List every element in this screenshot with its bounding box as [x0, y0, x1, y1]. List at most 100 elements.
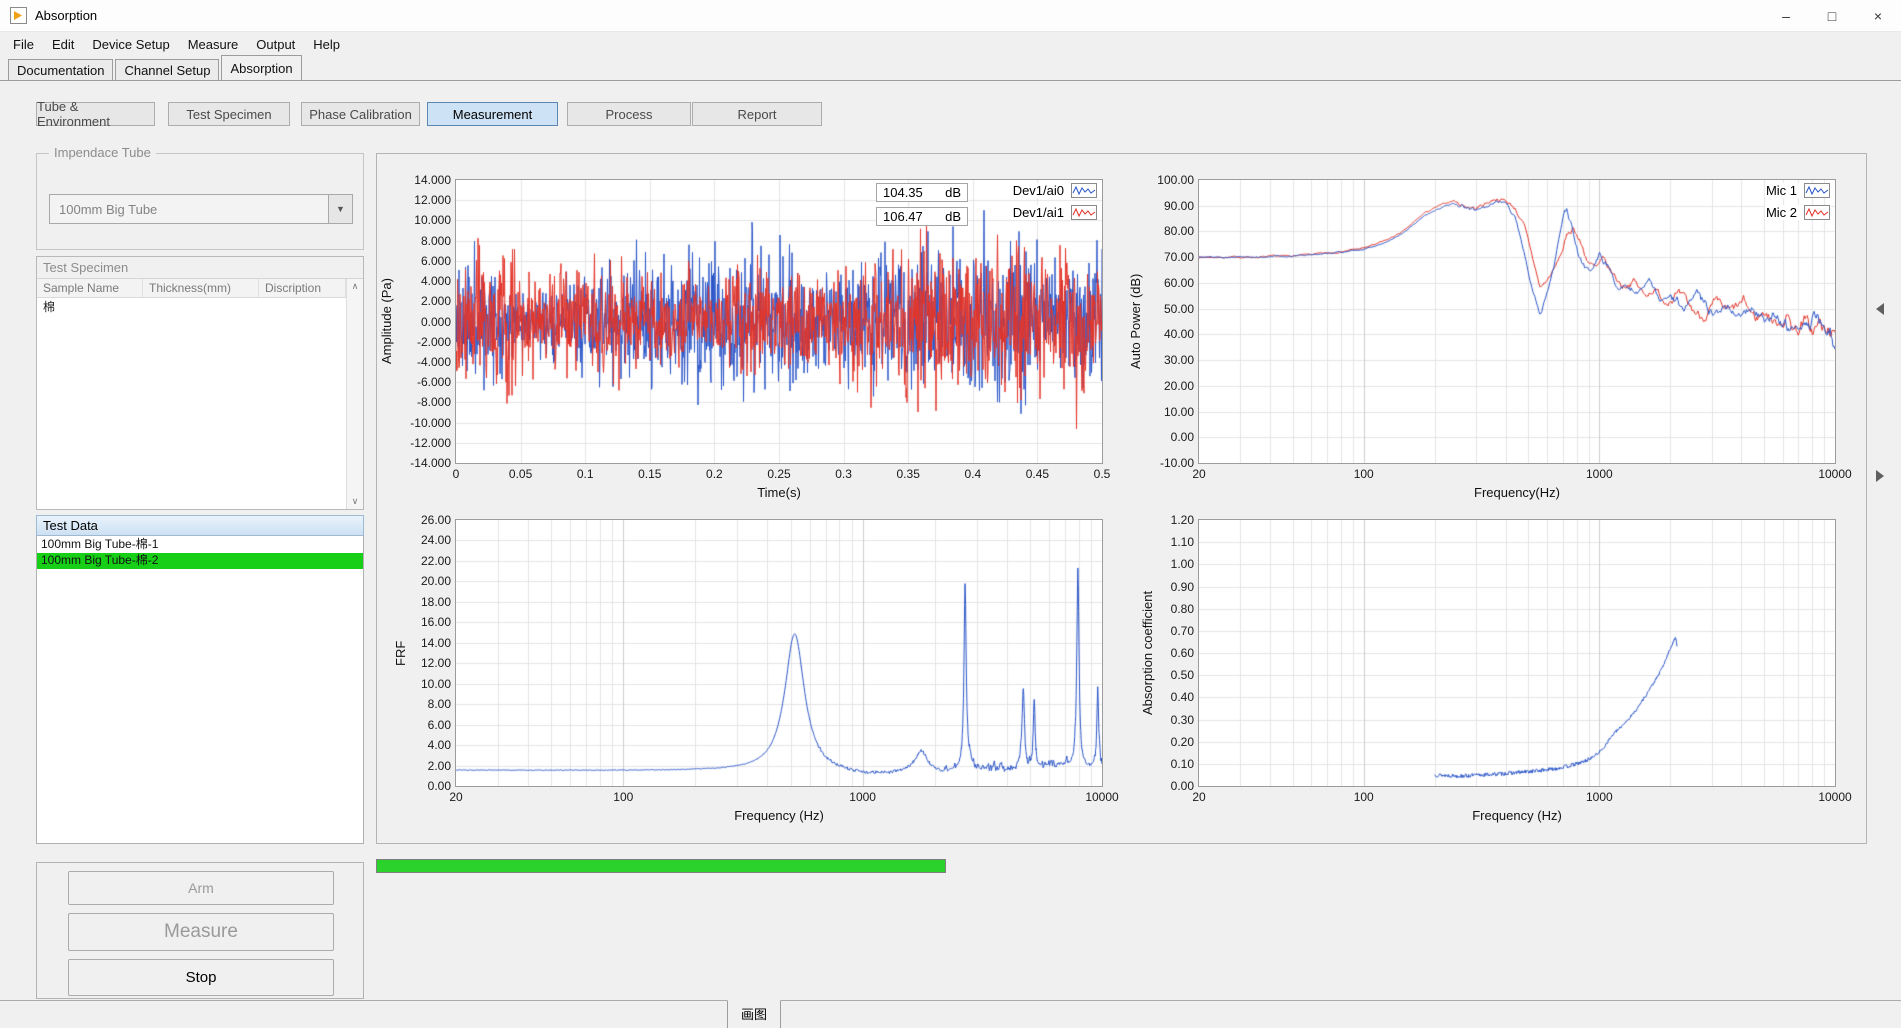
maximize-button[interactable]: □: [1809, 0, 1855, 32]
y-tick-label: -8.000: [417, 395, 451, 409]
main-tab-channel-setup[interactable]: Channel Setup: [115, 59, 219, 80]
maximize-icon: □: [1828, 8, 1836, 24]
y-tick-label: 14.00: [421, 636, 451, 650]
time-plot-area[interactable]: [456, 180, 1102, 463]
specimen-cell: 棉: [37, 298, 143, 316]
legend-waveform-icon: [1071, 205, 1097, 220]
y-tick-label: 0.000: [421, 315, 451, 329]
absorption-page: Tube & Environment Test Specimen Phase Cal…: [0, 80, 1901, 1001]
y-tick-label: 30.00: [1164, 353, 1194, 367]
measure-button[interactable]: Measure: [68, 913, 334, 951]
subtab-tube-environment[interactable]: Tube & Environment: [36, 102, 155, 126]
arm-button[interactable]: Arm: [68, 871, 334, 905]
chevron-down-icon[interactable]: ▼: [328, 195, 352, 223]
y-tick-label: 12.000: [414, 193, 451, 207]
window-title: Absorption: [35, 8, 97, 23]
absorption-y-axis-ticks: 1.201.101.000.900.800.700.600.500.400.30…: [1130, 520, 1194, 786]
menu-file[interactable]: File: [4, 34, 43, 55]
column-header-thickness-mm[interactable]: Thickness(mm): [143, 279, 259, 297]
scroll-down-icon[interactable]: ∨: [347, 496, 363, 507]
window-controls: – □ ×: [1763, 0, 1901, 32]
splitter-arrow-right-icon[interactable]: [1876, 470, 1884, 482]
subtab-measurement[interactable]: Measurement: [427, 102, 558, 126]
y-tick-label: -4.000: [417, 355, 451, 369]
menu-help[interactable]: Help: [304, 34, 349, 55]
legend-item[interactable]: Dev1/ai0: [1012, 183, 1098, 198]
y-tick-label: 0.50: [1171, 668, 1194, 682]
absorption-plot-area[interactable]: [1199, 520, 1835, 786]
splitter-arrow-left-icon[interactable]: [1876, 303, 1884, 315]
x-tick-label: 0.3: [835, 467, 852, 481]
y-tick-label: 0.70: [1171, 624, 1194, 638]
x-tick-label: 0.2: [706, 467, 723, 481]
menu-output[interactable]: Output: [247, 34, 304, 55]
subtab-process[interactable]: Process: [567, 102, 691, 126]
readout-unit: dB: [945, 185, 961, 200]
y-tick-label: 0.40: [1171, 690, 1194, 704]
y-tick-label: 0.00: [428, 779, 451, 793]
test-data-item[interactable]: 100mm Big Tube-棉-1: [37, 537, 363, 553]
minimize-icon: –: [1782, 8, 1790, 24]
y-tick-label: 2.00: [428, 759, 451, 773]
close-icon: ×: [1874, 8, 1882, 24]
menu-measure[interactable]: Measure: [179, 34, 248, 55]
x-tick-label: 0.05: [509, 467, 532, 481]
x-tick-label: 0.25: [767, 467, 790, 481]
x-tick-label: 20: [1192, 790, 1205, 804]
legend-item[interactable]: Mic 1: [1765, 183, 1831, 198]
y-tick-label: 40.00: [1164, 327, 1194, 341]
test-data-item[interactable]: 100mm Big Tube-棉-2: [37, 553, 363, 569]
time-waveform-chart: Amplitude (Pa) 14.00012.00010.0008.0006.…: [455, 179, 1103, 464]
y-tick-label: 20.00: [1164, 379, 1194, 393]
y-tick-label: -10.000: [410, 416, 451, 430]
column-header-sample-name[interactable]: Sample Name: [37, 279, 143, 297]
legend-item[interactable]: Mic 2: [1765, 205, 1831, 220]
test-specimen-table[interactable]: 棉: [37, 298, 346, 509]
specimen-row[interactable]: 棉: [37, 298, 346, 316]
readout-value: 106.47: [883, 209, 923, 224]
legend-item[interactable]: Dev1/ai1: [1012, 205, 1098, 220]
main-tab-absorption[interactable]: Absorption: [221, 55, 301, 80]
control-button-panel: Arm Measure Stop: [36, 862, 364, 999]
menu-device-setup[interactable]: Device Setup: [83, 34, 178, 55]
progress-fill: [377, 860, 945, 872]
menu-edit[interactable]: Edit: [43, 34, 83, 55]
bottom-tab-draw[interactable]: 画图: [727, 1000, 781, 1028]
auto-power-plot-area[interactable]: [1199, 180, 1835, 463]
x-tick-label: 100: [1354, 467, 1374, 481]
y-tick-label: 8.000: [421, 234, 451, 248]
test-specimen-scrollbar[interactable]: ∧ ∨: [346, 279, 363, 509]
specimen-cell: [259, 298, 346, 316]
test-data-list[interactable]: 100mm Big Tube-棉-1100mm Big Tube-棉-2: [36, 536, 364, 844]
subtab-phase-calibration[interactable]: Phase Calibration: [301, 102, 420, 126]
main-tab-documentation[interactable]: Documentation: [8, 59, 113, 80]
x-tick-label: 10000: [1818, 790, 1851, 804]
subtab-report[interactable]: Report: [692, 102, 822, 126]
legend-label: Mic 2: [1766, 205, 1797, 220]
absorption-x-axis-ticks: 20100100010000: [1199, 790, 1835, 804]
y-tick-label: 1.20: [1171, 513, 1194, 527]
x-tick-label: 20: [1192, 467, 1205, 481]
column-header-discription[interactable]: Discription: [259, 279, 346, 297]
x-tick-label: 0.35: [897, 467, 920, 481]
close-button[interactable]: ×: [1855, 0, 1901, 32]
subtab-test-specimen[interactable]: Test Specimen: [168, 102, 290, 126]
x-tick-label: 0: [453, 467, 460, 481]
scroll-up-icon[interactable]: ∧: [347, 281, 363, 292]
impedance-tube-group: Impendace Tube 100mm Big Tube ▼: [36, 153, 364, 250]
minimize-button[interactable]: –: [1763, 0, 1809, 32]
x-tick-label: 10000: [1818, 467, 1851, 481]
power-x-axis-label: Frequency(Hz): [1199, 485, 1835, 500]
y-tick-label: 10.00: [421, 677, 451, 691]
x-tick-label: 100: [1354, 790, 1374, 804]
y-tick-label: -6.000: [417, 375, 451, 389]
y-tick-label: 0.00: [1171, 430, 1194, 444]
x-tick-label: 20: [449, 790, 462, 804]
impedance-tube-select[interactable]: 100mm Big Tube ▼: [49, 194, 353, 224]
time-x-axis-label: Time(s): [456, 485, 1102, 500]
impedance-tube-label: Impendace Tube: [49, 145, 156, 160]
x-tick-label: 1000: [1586, 790, 1613, 804]
stop-button[interactable]: Stop: [68, 959, 334, 996]
frf-plot-area[interactable]: [456, 520, 1102, 786]
legend-waveform-icon: [1071, 183, 1097, 198]
